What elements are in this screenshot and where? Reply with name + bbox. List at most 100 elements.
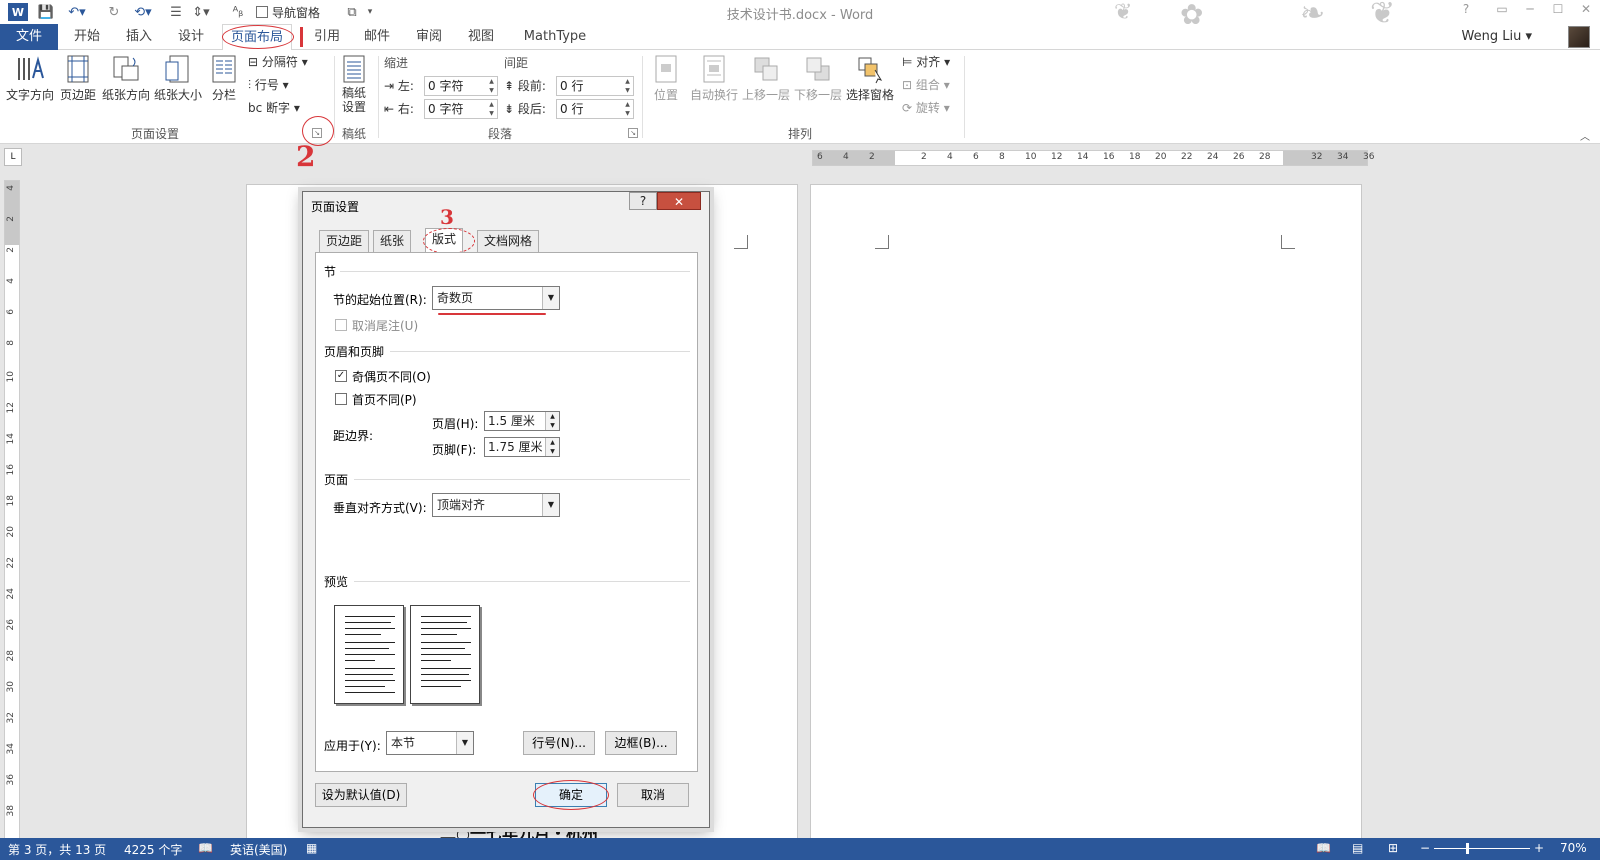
help-button[interactable]: ? [629, 192, 657, 210]
margins-label: 页边距 [59, 88, 96, 102]
ruler-margin-right [1283, 151, 1367, 165]
dropdown-arrow-icon[interactable]: ▼ [542, 287, 559, 309]
zoom-slider[interactable] [1434, 848, 1530, 849]
margins-button[interactable]: 页边距 [58, 54, 98, 103]
cancel-button[interactable]: 取消 [617, 783, 689, 807]
rotate-button[interactable]: ⟳ 旋转 ▾ [902, 98, 950, 118]
tab-insert[interactable]: 插入 [114, 24, 164, 50]
horizontal-ruler[interactable]: 6 4 2 2 4 6 8 10 12 14 16 18 20 22 24 26 28 32 34 36 [812, 150, 1374, 166]
tab-references[interactable]: 引用 [304, 24, 350, 50]
tab-margins[interactable]: 页边距 [319, 230, 370, 252]
suppress-endnotes-checkbox[interactable] [335, 319, 347, 331]
ok-button[interactable]: 确定 [535, 783, 607, 807]
indent-left-input[interactable]: 0 字符 ▲ ▼ [424, 76, 498, 96]
hyphenation-button[interactable]: bc 断字 ▾ [248, 98, 300, 118]
zoom-slider-thumb[interactable] [1466, 843, 1469, 854]
position-button[interactable]: 位置 [646, 54, 686, 103]
tab-review[interactable]: 审阅 [404, 24, 454, 50]
apply-to-select[interactable]: 本节 ▼ [386, 731, 474, 755]
avatar[interactable] [1568, 26, 1590, 48]
group-button[interactable]: ⊡ 组合 ▾ [902, 75, 950, 95]
ruler-tick-label: 18 [1129, 152, 1141, 162]
size-button[interactable]: 纸张大小 [152, 54, 204, 103]
close-window-icon[interactable]: ✕ [1574, 2, 1598, 18]
spin-arrows-icon[interactable]: ▲ ▼ [486, 100, 497, 118]
tab-page-layout[interactable]: 页面布局 [222, 24, 292, 51]
valign-select[interactable]: 顶端对齐 ▼ [432, 493, 560, 517]
odd-even-checkbox[interactable]: ✓ [335, 370, 347, 382]
section-start-select[interactable]: 奇数页 ▼ [432, 286, 560, 310]
spin-arrows-icon[interactable]: ▲ ▼ [622, 100, 633, 118]
tab-design[interactable]: 设计 [166, 24, 216, 50]
print-layout-icon[interactable]: ▤ [1352, 841, 1363, 855]
footer-distance-input[interactable]: 1.75 厘米 ▲ ▼ [484, 437, 560, 457]
help-icon[interactable]: ? [1454, 2, 1478, 18]
dropdown-arrow-icon[interactable]: ▼ [456, 732, 473, 754]
read-mode-icon[interactable]: 📖 [1316, 841, 1331, 855]
line-numbers-button[interactable]: 行号(N)... [523, 731, 595, 755]
apply-to-value: 本节 [391, 736, 416, 750]
group-divider [378, 56, 379, 138]
tab-file[interactable]: 文件 [0, 24, 58, 50]
header-distance-input[interactable]: 1.5 厘米 ▲ ▼ [484, 411, 560, 431]
ribbon-options-icon[interactable]: ▭ [1490, 2, 1514, 18]
document-page-right[interactable] [810, 184, 1362, 844]
odd-even-label: 奇偶页不同(O) [352, 370, 431, 384]
line-numbers-button[interactable]: ⫶ 行号 ▾ [248, 75, 289, 95]
orientation-button[interactable]: 纸张方向 [100, 54, 152, 103]
tab-home[interactable]: 开始 [62, 24, 112, 50]
collapse-ribbon-icon[interactable]: ︿ [1580, 128, 1590, 143]
minimize-icon[interactable]: ─ [1518, 2, 1542, 18]
zoom-level[interactable]: 70% [1560, 841, 1587, 855]
tab-mailings[interactable]: 邮件 [352, 24, 402, 50]
page-count[interactable]: 第 3 页，共 13 页 [8, 841, 106, 858]
page-setup-launcher-icon[interactable]: ↘ [312, 128, 322, 138]
proofing-icon[interactable]: 📖 [198, 841, 213, 855]
paragraph-launcher-icon[interactable]: ↘ [628, 128, 638, 138]
wrap-text-label: 自动换行 [689, 88, 738, 102]
spin-down-icon[interactable]: ▼ [545, 447, 559, 456]
user-name[interactable]: Weng Liu ▾ [1462, 29, 1532, 44]
send-backward-button[interactable]: 下移一层 [792, 54, 844, 103]
tab-paper[interactable]: 纸张 [373, 230, 412, 252]
maximize-icon[interactable]: ☐ [1546, 2, 1570, 18]
zoom-in-icon[interactable]: + [1534, 841, 1544, 855]
language[interactable]: 英语(美国) [230, 841, 287, 858]
dropdown-arrow-icon[interactable]: ▼ [542, 494, 559, 516]
spacing-after-input[interactable]: 0 行 ▲ ▼ [556, 99, 634, 119]
ruler-tick-label: 26 [1233, 152, 1245, 162]
macro-icon[interactable]: ▦ [306, 841, 317, 855]
selection-pane-button[interactable]: 选择窗格 [844, 54, 896, 103]
borders-button[interactable]: 边框(B)... [605, 731, 677, 755]
tab-selector[interactable]: L [4, 148, 22, 166]
tab-mathtype[interactable]: MathType [510, 24, 600, 50]
tab-view[interactable]: 视图 [456, 24, 506, 50]
preview-page-left [334, 605, 404, 704]
breaks-button[interactable]: ⊟ 分隔符 ▾ [248, 52, 308, 72]
close-button[interactable]: ✕ [657, 192, 701, 210]
selection-pane-label: 选择窗格 [845, 88, 894, 102]
align-button[interactable]: ⊨ 对齐 ▾ [902, 52, 950, 72]
word-count[interactable]: 4225 个字 [124, 841, 182, 858]
spin-up-icon[interactable]: ▲ [545, 438, 559, 447]
bring-forward-button[interactable]: 上移一层 [740, 54, 792, 103]
first-page-checkbox[interactable] [335, 393, 347, 405]
manuscript-settings-button[interactable]: 稿纸 设置 [336, 54, 372, 114]
rotate-icon: ⟳ [902, 101, 916, 115]
set-default-button[interactable]: 设为默认值(D) [315, 783, 407, 807]
spin-arrows-icon[interactable]: ▲ ▼ [622, 77, 633, 95]
spin-up-icon[interactable]: ▲ [545, 412, 559, 421]
columns-button[interactable]: 分栏 [206, 54, 242, 103]
indent-right-input[interactable]: 0 字符 ▲ ▼ [424, 99, 498, 119]
spacing-before-input[interactable]: 0 行 ▲ ▼ [556, 76, 634, 96]
text-direction-button[interactable]: 文字方向 [4, 54, 56, 103]
web-layout-icon[interactable]: ⊞ [1388, 841, 1398, 855]
spin-arrows-icon[interactable]: ▲ ▼ [486, 77, 497, 95]
vertical-ruler[interactable]: 4 2 2 4 6 8 10 12 14 16 18 20 22 24 26 28 30 32 34 36 38 [4, 180, 20, 840]
divider [354, 581, 690, 582]
wrap-text-button[interactable]: 自动换行 [688, 54, 740, 103]
tab-doc-grid[interactable]: 文档网格 [477, 230, 540, 252]
zoom-out-icon[interactable]: − [1420, 841, 1430, 855]
spin-down-icon[interactable]: ▼ [545, 421, 559, 430]
tab-layout[interactable]: 版式 [425, 228, 464, 254]
